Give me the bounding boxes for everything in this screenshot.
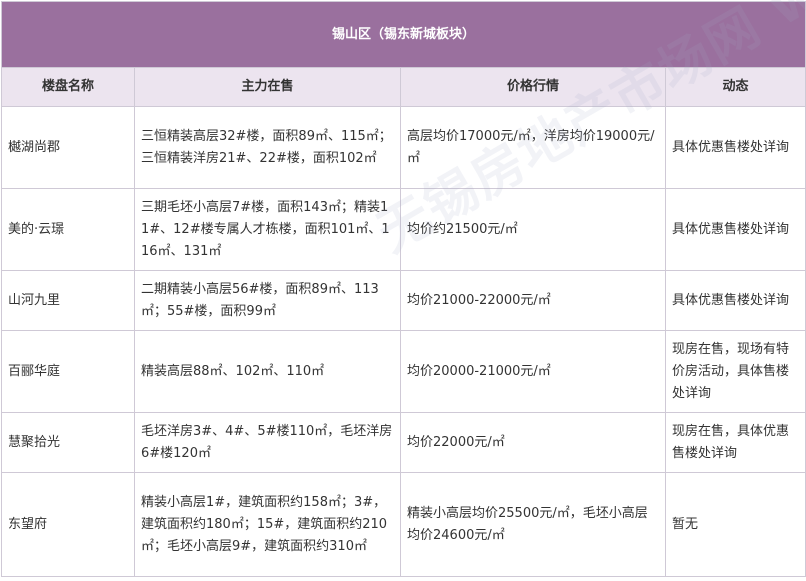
status-cell: 具体优惠售楼处详询 [664,106,806,189]
property-name: 东望府 [1,472,135,577]
price-cell: 精装小高层均价25500元/㎡，毛坯小高层均价24600元/㎡ [400,472,666,577]
price-cell: 均价22000元/㎡ [400,412,666,473]
status-cell: 现房在售，现场有特价房活动，具体售楼处详询 [664,330,806,413]
main-sale-cell: 三恒精装高层32#楼，面积89㎡、115㎡；三恒精装洋房21#、22#楼，面积1… [134,106,401,189]
property-name: 百郦华庭 [1,330,135,413]
property-name: 樾湖尚郡 [1,106,135,189]
table-row: 百郦华庭 精装高层88㎡、102㎡、110㎡ 均价20000-21000元/㎡ … [1,330,806,413]
column-header-main-sale: 主力在售 [134,67,401,107]
price-cell: 高层均价17000元/㎡，洋房均价19000元/㎡ [400,106,666,189]
price-cell: 均价21000-22000元/㎡ [400,270,666,331]
table-title: 锡山区（锡东新城板块） [0,1,806,68]
column-header-name: 楼盘名称 [1,67,135,107]
status-cell: 具体优惠售楼处详询 [664,270,806,331]
column-header-price: 价格行情 [400,67,666,107]
title-row: 锡山区（锡东新城板块） [0,1,806,68]
price-cell: 均价20000-21000元/㎡ [400,330,666,413]
property-name: 慧聚拾光 [1,412,135,473]
listing-document: 锡山区（锡东新城板块） 楼盘名称 主力在售 价格行情 动态 樾湖尚郡 三恒精装高… [0,0,806,579]
property-table: 锡山区（锡东新城板块） 楼盘名称 主力在售 价格行情 动态 樾湖尚郡 三恒精装高… [0,1,806,577]
price-cell: 均价约21500元/㎡ [400,188,666,271]
status-cell: 暂无 [664,472,806,577]
property-name: 美的·云璟 [1,188,135,271]
main-sale-cell: 三期毛坯小高层7#楼，面积143㎡；精装11#、12#楼专属人才栋楼，面积101… [134,188,401,271]
header-row: 楼盘名称 主力在售 价格行情 动态 [1,67,806,107]
main-sale-cell: 二期精装小高层56#楼，面积89㎡、113㎡；55#楼，面积99㎡ [134,270,401,331]
table-row: 慧聚拾光 毛坯洋房3#、4#、5#楼110㎡，毛坯洋房6#楼120㎡ 均价220… [1,412,806,473]
status-cell: 现房在售，具体优惠售楼处详询 [664,412,806,473]
property-name: 山河九里 [1,270,135,331]
status-cell: 具体优惠售楼处详询 [664,188,806,271]
main-sale-cell: 毛坯洋房3#、4#、5#楼110㎡，毛坯洋房6#楼120㎡ [134,412,401,473]
table-row: 山河九里 二期精装小高层56#楼，面积89㎡、113㎡；55#楼，面积99㎡ 均… [1,270,806,331]
column-header-status: 动态 [664,67,806,107]
table-row: 樾湖尚郡 三恒精装高层32#楼，面积89㎡、115㎡；三恒精装洋房21#、22#… [1,106,806,189]
table-row: 东望府 精装小高层1#，建筑面积约158㎡；3#，建筑面积约180㎡；15#，建… [1,472,806,577]
main-sale-cell: 精装小高层1#，建筑面积约158㎡；3#，建筑面积约180㎡；15#，建筑面积约… [134,472,401,577]
table-row: 美的·云璟 三期毛坯小高层7#楼，面积143㎡；精装11#、12#楼专属人才栋楼… [1,188,806,271]
main-sale-cell: 精装高层88㎡、102㎡、110㎡ [134,330,401,413]
